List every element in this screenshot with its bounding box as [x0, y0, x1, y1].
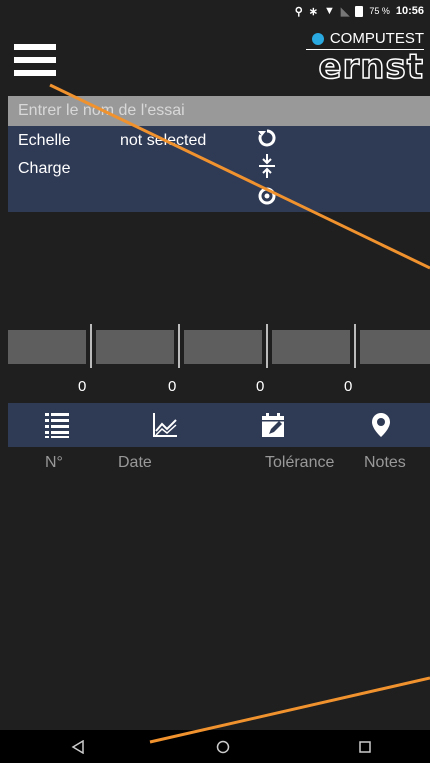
clock: 10:56 — [395, 5, 424, 17]
calendar-icon[interactable] — [256, 409, 290, 441]
home-icon[interactable] — [198, 730, 248, 763]
hamburger-menu-button[interactable] — [14, 44, 56, 78]
refresh-icon[interactable] — [256, 128, 278, 154]
gauge-values: 0 0 0 0 — [8, 378, 430, 398]
battery-icon — [355, 5, 364, 17]
scale-label: Echelle — [18, 132, 71, 149]
gauge-segment — [272, 330, 350, 364]
app-screen: COMPUTEST ernst ⚲ ∗ ▼ ◣ 75 % 10:56 Echel… — [0, 0, 430, 763]
scale-value: not selected — [120, 132, 207, 149]
menu-line — [14, 70, 56, 76]
column-notes[interactable]: Notes — [364, 454, 406, 472]
back-icon[interactable] — [53, 730, 103, 763]
gauge-segment — [360, 330, 430, 364]
menu-line — [14, 57, 56, 63]
column-date[interactable]: Date — [118, 454, 152, 472]
results-toolbar — [8, 403, 430, 447]
compress-icon[interactable] — [256, 154, 278, 180]
brand-name-row: COMPUTEST — [306, 30, 424, 47]
gauge-tick — [90, 324, 92, 368]
chart-icon[interactable] — [148, 409, 182, 441]
bluetooth-icon: ∗ — [308, 5, 318, 18]
gauge-tick — [354, 324, 356, 368]
list-icon[interactable] — [40, 409, 74, 441]
status-bar: ⚲ ∗ ▼ ◣ 75 % 10:56 — [0, 0, 430, 22]
gauge-tick — [178, 324, 180, 368]
load-label: Charge — [18, 160, 71, 177]
gauge-tick — [266, 324, 268, 368]
test-name-input[interactable] — [8, 96, 430, 126]
column-number[interactable]: N° — [45, 454, 63, 472]
gauge-segment — [8, 330, 86, 364]
gauge-value: 0 — [168, 378, 177, 395]
column-tolerance[interactable]: Tolérance — [265, 454, 334, 472]
force-gauge — [8, 324, 430, 368]
brand-dot-icon — [311, 32, 324, 45]
wifi-icon: ▼ — [323, 5, 335, 17]
location-icon: ⚲ — [294, 5, 303, 18]
column-headers: N° Date Tolérance Notes — [8, 454, 430, 476]
no-signal-icon: ◣ — [340, 5, 350, 18]
gauge-segment — [184, 330, 262, 364]
gauge-value: 0 — [78, 378, 87, 395]
gauge-value: 0 — [344, 378, 353, 395]
system-nav-bar — [0, 730, 430, 763]
brand-logo: COMPUTEST ernst — [306, 30, 424, 87]
brand-name: COMPUTEST — [329, 30, 424, 47]
menu-line — [14, 44, 56, 50]
info-panel: Echelle not selected Charge — [8, 126, 430, 212]
battery-percent: 75 % — [369, 6, 390, 16]
gauge-value: 0 — [256, 378, 265, 395]
recents-icon[interactable] — [340, 730, 390, 763]
gauge-segment — [96, 330, 174, 364]
ernst-logo: ernst — [318, 47, 424, 87]
location-pin-icon[interactable] — [364, 409, 398, 441]
tare-icon[interactable] — [256, 186, 278, 211]
